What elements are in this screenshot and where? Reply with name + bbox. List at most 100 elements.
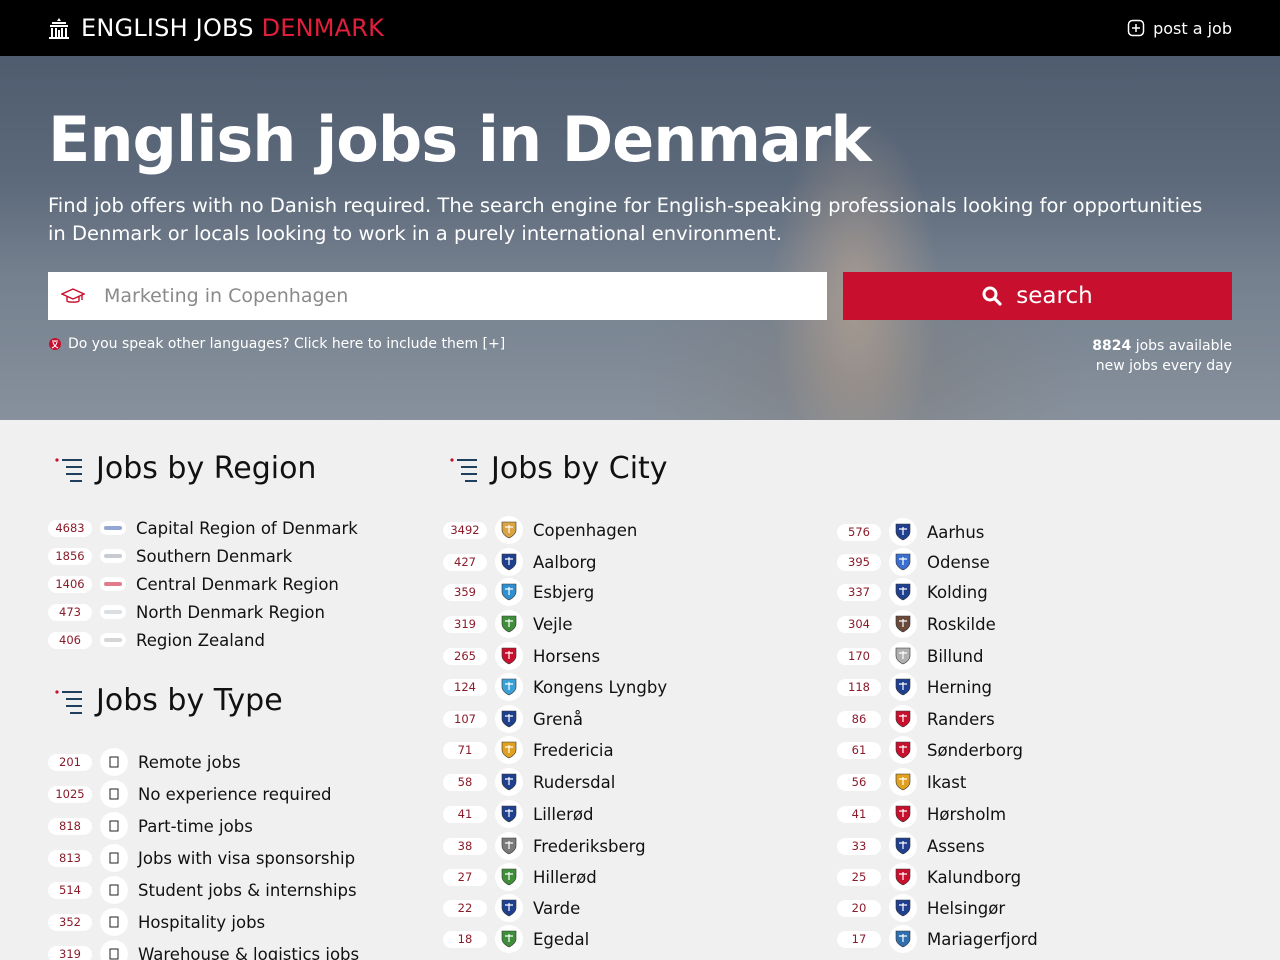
- city-crest-icon: [495, 736, 523, 764]
- city-row[interactable]: 359 Esbjerg: [443, 578, 594, 606]
- city-row[interactable]: 170 Billund: [837, 642, 983, 670]
- city-row[interactable]: 61 Sønderborg: [837, 736, 1023, 764]
- post-job-link[interactable]: post a job: [1127, 17, 1232, 39]
- city-crest-icon: [889, 800, 917, 828]
- castle-icon: [49, 18, 69, 39]
- count-badge: 56: [837, 773, 881, 791]
- region-logo-icon: [100, 633, 126, 647]
- city-row[interactable]: 22 Varde: [443, 894, 580, 922]
- city-label: Ikast: [927, 772, 967, 792]
- section-title-type: Jobs by Type: [54, 683, 283, 718]
- type-row[interactable]: 352 Hospitality jobs: [48, 908, 265, 936]
- city-crest-icon: [495, 832, 523, 860]
- type-label: Warehouse & logistics jobs: [138, 944, 360, 960]
- city-row[interactable]: 395 Odense: [837, 548, 990, 576]
- city-label: Horsens: [533, 646, 601, 666]
- city-row[interactable]: 304 Roskilde: [837, 610, 996, 638]
- count-badge: 41: [443, 805, 487, 823]
- city-crest-icon: [889, 768, 917, 796]
- city-row[interactable]: 576 Aarhus: [837, 518, 984, 546]
- city-label: Hillerød: [533, 867, 597, 887]
- city-row[interactable]: 3492 Copenhagen: [443, 516, 637, 544]
- type-row[interactable]: 813 Jobs with visa sponsorship: [48, 844, 355, 872]
- count-badge: 61: [837, 741, 881, 759]
- city-row[interactable]: 124 Kongens Lyngby: [443, 673, 667, 701]
- region-row[interactable]: 4683 Capital Region of Denmark: [48, 514, 358, 542]
- search-input[interactable]: [104, 273, 827, 319]
- other-languages-link[interactable]: Do you speak other languages? Click here…: [48, 336, 505, 352]
- city-label: Frederiksberg: [533, 836, 646, 856]
- truck-icon: [100, 940, 128, 960]
- count-badge: 20: [837, 899, 881, 917]
- region-label: Central Denmark Region: [136, 574, 339, 594]
- brand-name: ENGLISH JOBS DENMARK: [81, 14, 385, 42]
- count-badge: 359: [443, 583, 487, 601]
- region-label: Capital Region of Denmark: [136, 518, 358, 538]
- type-row[interactable]: 818 Part-time jobs: [48, 812, 253, 840]
- type-label: Student jobs & internships: [138, 880, 357, 900]
- city-label: Aarhus: [927, 522, 985, 542]
- city-row[interactable]: 56 Ikast: [837, 768, 966, 796]
- count-badge: 25: [837, 868, 881, 886]
- city-label: Copenhagen: [533, 520, 638, 540]
- city-row[interactable]: 25 Kalundborg: [837, 863, 1021, 891]
- city-crest-icon: [889, 894, 917, 922]
- city-row[interactable]: 38 Frederiksberg: [443, 832, 646, 860]
- city-crest-icon: [495, 925, 523, 953]
- region-logo-icon: [100, 521, 126, 535]
- city-label: Kolding: [927, 582, 988, 602]
- brand-name-accent: DENMARK: [261, 14, 385, 42]
- city-row[interactable]: 319 Vejle: [443, 610, 572, 638]
- city-row[interactable]: 118 Herning: [837, 673, 992, 701]
- jobs-available-info: 8824 jobs available new jobs every day: [1092, 336, 1232, 376]
- region-row[interactable]: 1406 Central Denmark Region: [48, 570, 339, 598]
- city-row[interactable]: 337 Kolding: [837, 578, 988, 606]
- city-crest-icon: [889, 610, 917, 638]
- count-badge: 818: [48, 817, 92, 835]
- search-box: [48, 272, 827, 320]
- type-row[interactable]: 201 Remote jobs: [48, 748, 241, 776]
- region-logo-icon: [100, 605, 126, 619]
- section-title-city: Jobs by City: [449, 451, 668, 486]
- region-label: Southern Denmark: [136, 546, 293, 566]
- city-crest-icon: [495, 578, 523, 606]
- city-crest-icon: [495, 548, 523, 576]
- hero-section: English jobs in Denmark Find job offers …: [0, 56, 1280, 420]
- search-button[interactable]: search: [843, 272, 1232, 320]
- laptop-icon: [100, 748, 128, 776]
- city-label: Billund: [927, 646, 984, 666]
- region-label: Region Zealand: [136, 630, 265, 650]
- city-row[interactable]: 86 Randers: [837, 705, 995, 733]
- city-row[interactable]: 27 Hillerød: [443, 863, 597, 891]
- city-row[interactable]: 41 Hørsholm: [837, 800, 1006, 828]
- city-label: Egedal: [533, 929, 590, 949]
- type-row[interactable]: 319 Warehouse & logistics jobs: [48, 940, 359, 960]
- city-crest-icon: [889, 925, 917, 953]
- city-crest-icon: [889, 642, 917, 670]
- count-badge: 265: [443, 647, 487, 665]
- count-badge: 1406: [48, 575, 92, 593]
- city-label: Vejle: [533, 614, 573, 634]
- type-row[interactable]: 1025 No experience required: [48, 780, 332, 808]
- city-crest-icon: [889, 832, 917, 860]
- city-row[interactable]: 427 Aalborg: [443, 548, 597, 576]
- brand-logo-link[interactable]: ENGLISH JOBS DENMARK: [48, 14, 384, 42]
- city-label: Rudersdal: [533, 772, 616, 792]
- city-row[interactable]: 18 Egedal: [443, 925, 589, 953]
- city-row[interactable]: 71 Fredericia: [443, 736, 614, 764]
- city-row[interactable]: 20 Helsingør: [837, 894, 1005, 922]
- count-badge: 352: [48, 913, 92, 931]
- region-row[interactable]: 406 Region Zealand: [48, 626, 265, 654]
- region-row[interactable]: 1856 Southern Denmark: [48, 542, 292, 570]
- city-row[interactable]: 17 Mariagerfjord: [837, 925, 1038, 953]
- post-job-label: post a job: [1153, 18, 1232, 38]
- city-row[interactable]: 265 Horsens: [443, 642, 600, 670]
- section-title-region-label: Jobs by Region: [96, 451, 317, 486]
- city-row[interactable]: 107 Grenå: [443, 705, 583, 733]
- region-row[interactable]: 473 North Denmark Region: [48, 598, 325, 626]
- city-label: Randers: [927, 709, 995, 729]
- city-row[interactable]: 58 Rudersdal: [443, 768, 615, 796]
- type-row[interactable]: 514 Student jobs & internships: [48, 876, 357, 904]
- city-row[interactable]: 41 Lillerød: [443, 800, 593, 828]
- city-row[interactable]: 33 Assens: [837, 832, 985, 860]
